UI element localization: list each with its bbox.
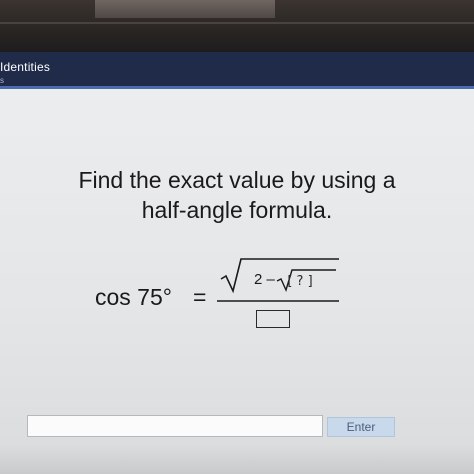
cos-expression: cos 75° (95, 284, 172, 310)
lesson-subtitle: s (0, 76, 4, 85)
answer-input[interactable] (27, 415, 323, 437)
lesson-header: Identities s (0, 52, 474, 89)
numerator-prefix: 2 – (254, 271, 275, 288)
screen: Identities s Find the exact value by usi… (0, 0, 474, 474)
bezel-edge (0, 22, 474, 24)
lesson-title: Identities (0, 60, 51, 74)
screen-reflection (95, 0, 275, 18)
enter-button[interactable]: Enter (327, 417, 395, 437)
equals-sign: = (193, 284, 207, 310)
monitor-bezel (0, 0, 474, 52)
denominator-blank[interactable] (256, 310, 290, 328)
inner-radicand-blank[interactable]: [ ? ] (285, 273, 315, 290)
outer-radical-icon (220, 258, 339, 294)
question-panel: Find the exact value by using a half-ang… (0, 89, 474, 474)
